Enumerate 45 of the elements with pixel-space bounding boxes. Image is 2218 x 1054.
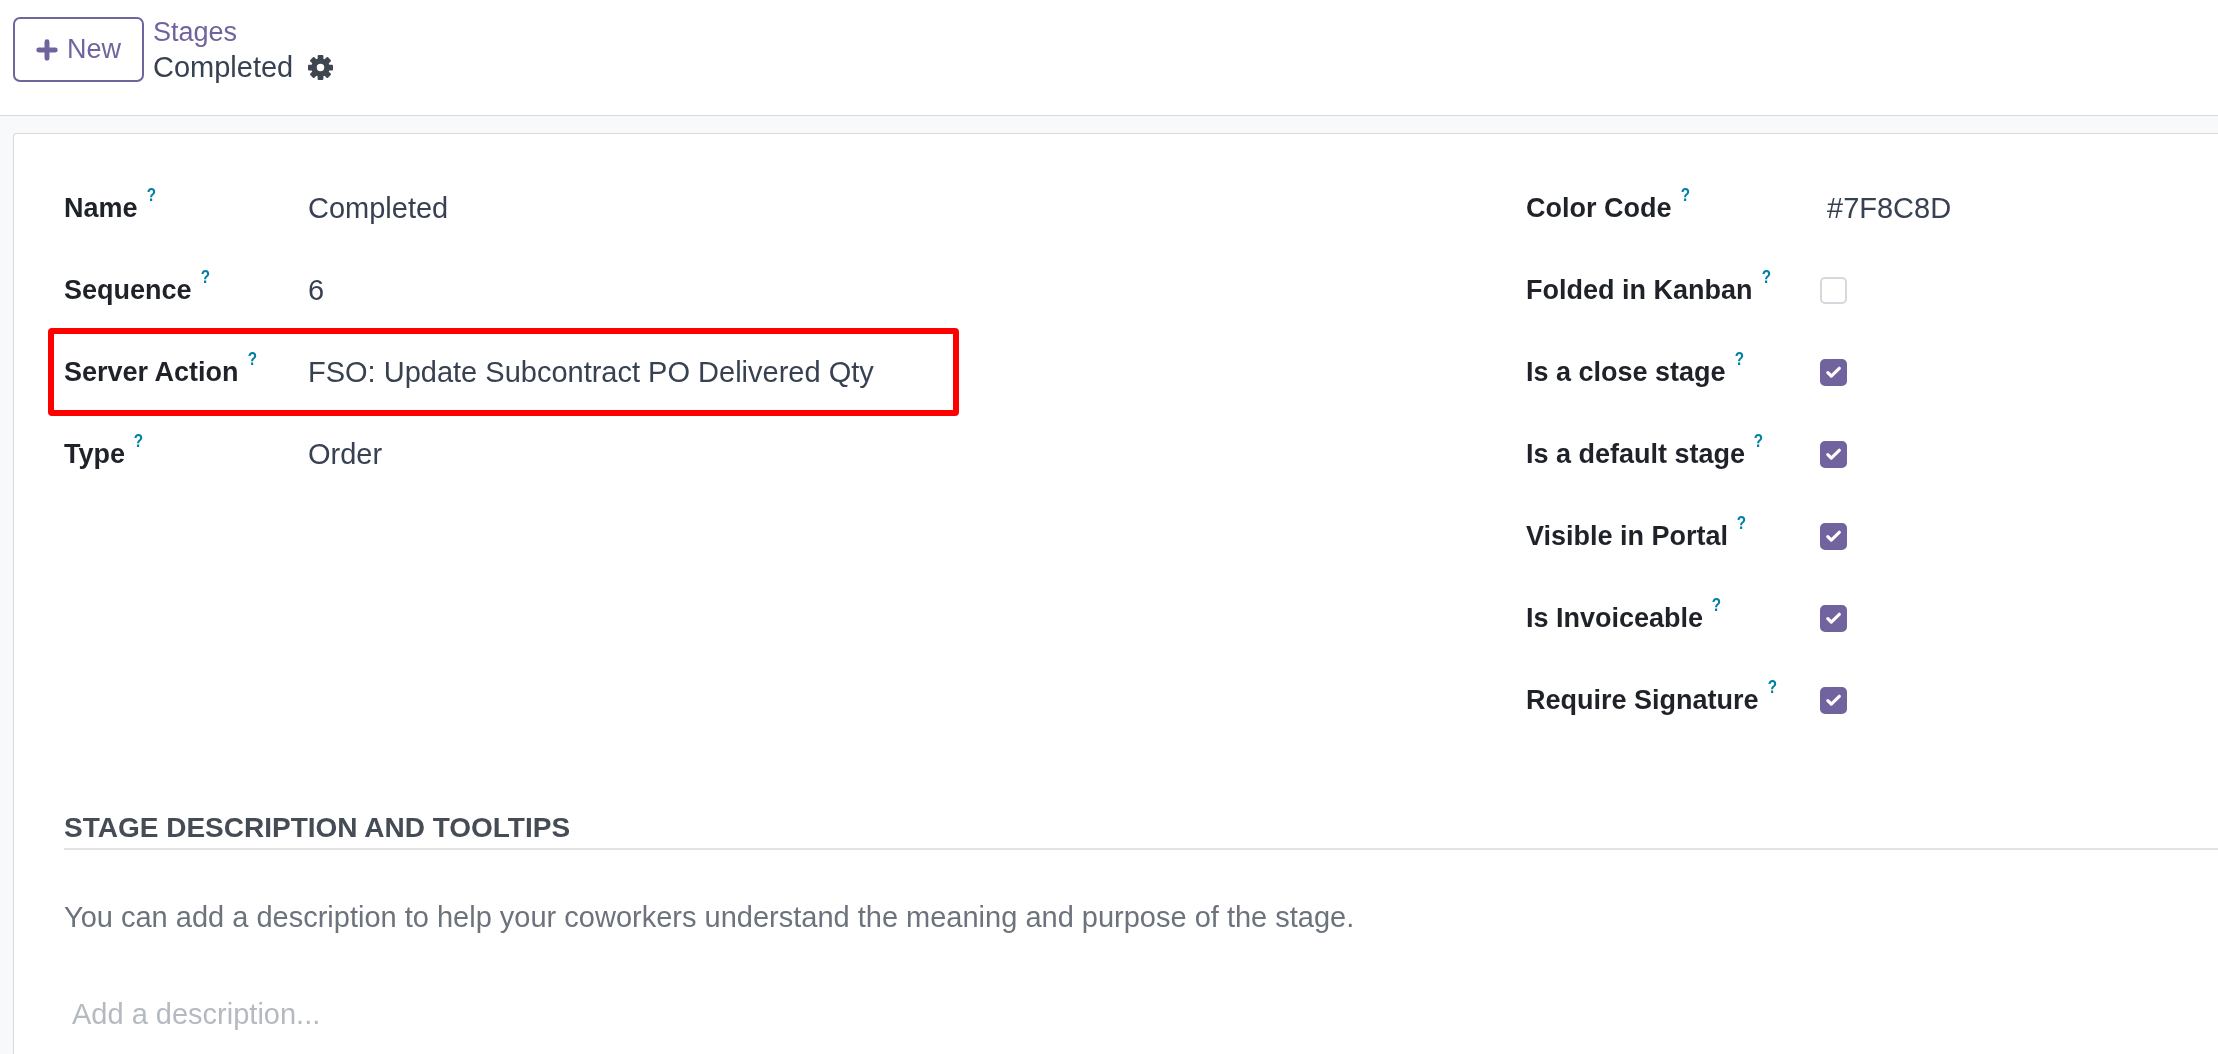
field-value[interactable]: FSO: Update Subcontract PO Delivered Qty xyxy=(308,355,874,389)
checkbox[interactable] xyxy=(1820,686,1847,714)
field-label: Folded in Kanban xyxy=(1526,274,1753,307)
field-label: Type xyxy=(64,438,125,471)
help-mark: ? xyxy=(1767,678,1777,696)
checkbox[interactable] xyxy=(1820,522,1847,550)
field-value[interactable]: Order xyxy=(308,437,383,471)
help-mark: ? xyxy=(200,268,210,286)
plus-icon xyxy=(36,38,58,61)
help-mark: ? xyxy=(1761,268,1771,286)
help-mark: ? xyxy=(1711,596,1722,614)
help-mark: ? xyxy=(133,432,144,450)
field-label: Server Action xyxy=(64,356,239,389)
help-mark: ? xyxy=(1680,186,1690,204)
new-button[interactable]: New xyxy=(13,17,144,82)
description-field[interactable]: Add a description... xyxy=(64,994,1180,1034)
field-label: Sequence xyxy=(64,274,192,307)
help-mark: ? xyxy=(1736,514,1747,532)
field-value[interactable]: Completed xyxy=(308,191,449,225)
checkbox[interactable] xyxy=(1820,604,1847,632)
checkbox[interactable] xyxy=(1820,440,1847,468)
help-mark: ? xyxy=(247,350,257,368)
section-hint: You can add a description to help your coworkers understand the meaning and purpose of the stage. xyxy=(64,900,1355,934)
field-label: Is Invoiceable xyxy=(1526,602,1704,635)
check-icon xyxy=(1826,529,1841,543)
field-value[interactable]: 6 xyxy=(308,273,325,307)
help-mark: ? xyxy=(1734,350,1744,368)
field-label: Name xyxy=(64,192,138,225)
field-label: Color Code xyxy=(1526,192,1672,225)
settings-icon[interactable] xyxy=(308,54,334,80)
help-mark: ? xyxy=(146,186,156,204)
check-icon xyxy=(1826,447,1841,461)
help-mark: ? xyxy=(1753,432,1764,450)
field-label: Is a close stage xyxy=(1526,356,1726,389)
breadcrumb-link[interactable]: Stages xyxy=(153,15,238,49)
field-label: Visible in Portal xyxy=(1526,520,1729,553)
check-icon xyxy=(1826,693,1841,707)
check-icon xyxy=(1826,365,1841,379)
field-label: Is a default stage xyxy=(1526,438,1746,471)
section-title: STAGE DESCRIPTION AND TOOLTIPS xyxy=(64,811,571,845)
field-value[interactable]: #7F8C8D xyxy=(1827,192,1952,224)
checkbox[interactable] xyxy=(1820,358,1847,386)
field-label: Require Signature xyxy=(1526,684,1759,717)
check-icon xyxy=(1826,611,1841,625)
breadcrumb-current: Completed xyxy=(153,50,294,85)
